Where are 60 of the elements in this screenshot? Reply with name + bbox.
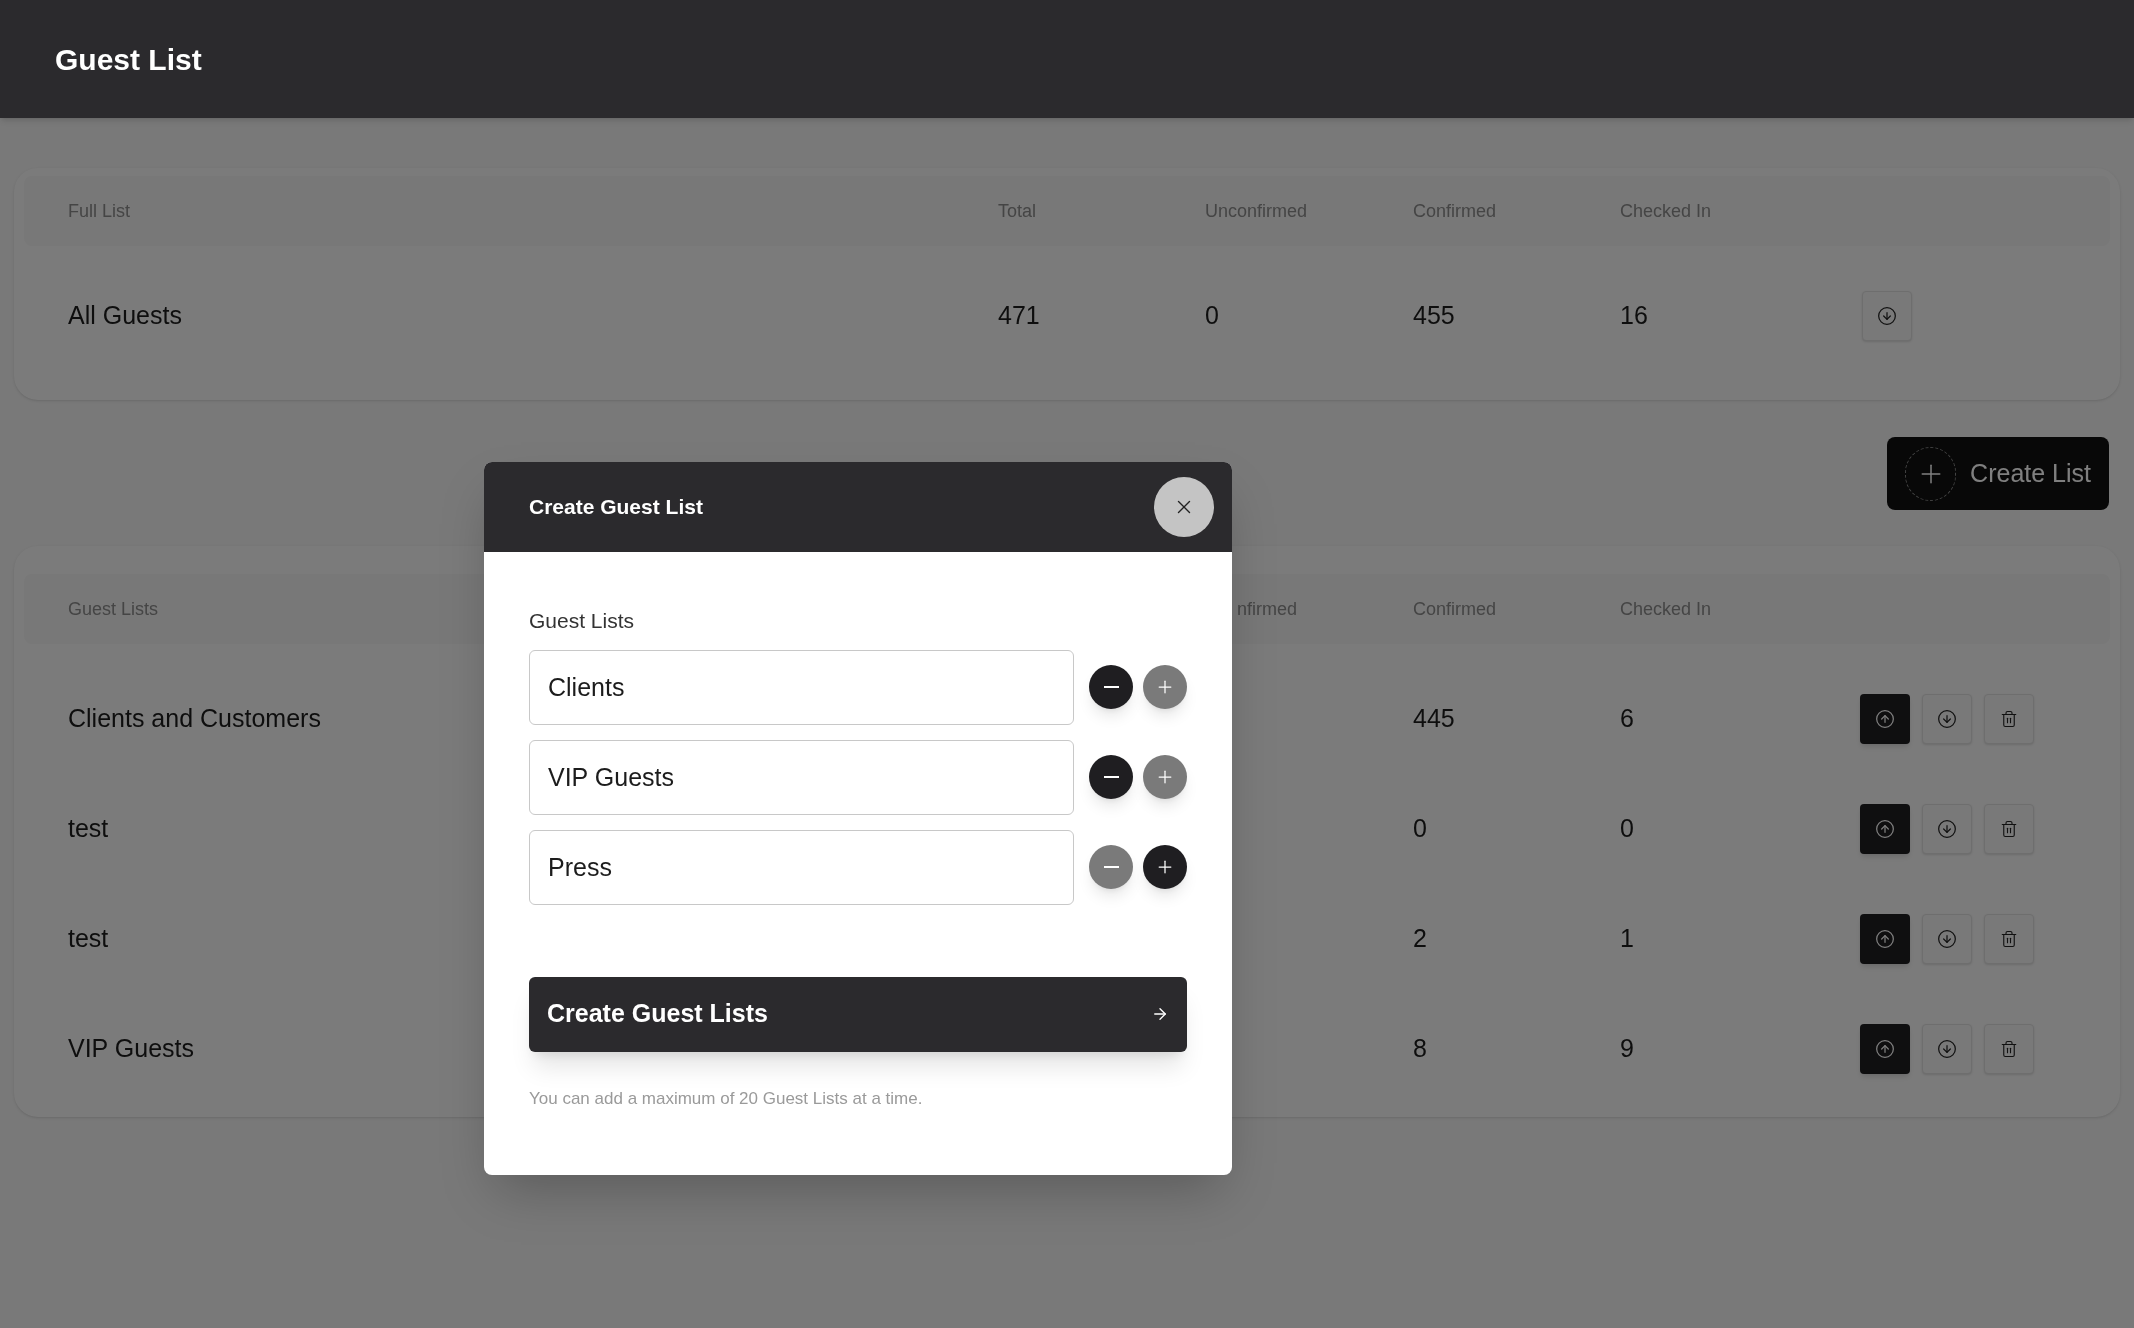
table-cell: test [68,924,109,953]
trash-icon [2000,1040,2018,1058]
table-cell: 0 [1205,301,1219,330]
upload-button[interactable] [1860,914,1910,964]
upload-button[interactable] [1860,804,1910,854]
table-cell: 471 [998,301,1040,330]
minus-icon [1103,776,1119,778]
table-cell: 0 [1620,814,1634,843]
delete-button[interactable] [1984,804,2034,854]
upload-button[interactable] [1860,1024,1910,1074]
download-button[interactable] [1862,291,1912,341]
download-icon [1937,819,1957,839]
input-field[interactable]: VIP Guests [529,739,1074,815]
download-button[interactable] [1922,694,1972,744]
upload-icon [1875,819,1895,839]
table-cell: 455 [1413,301,1455,330]
trash-icon [2000,710,2018,728]
create-list-button[interactable]: Create List [1887,437,2109,510]
minus-icon [1103,866,1119,868]
table-cell: 6 [1620,704,1634,733]
table-cell: 8 [1413,1034,1427,1063]
hint-text: You can add a maximum of 20 Guest Lists at a time. [529,1087,923,1110]
trash-icon [2000,820,2018,838]
arrow-right-icon [1151,1005,1169,1023]
upload-icon [1875,1039,1895,1059]
delete-button[interactable] [1984,914,2034,964]
table-cell: VIP Guests [68,1034,194,1063]
table-cell: All Guests [68,301,182,330]
delete-button[interactable] [1984,1024,2034,1074]
remove-button[interactable] [1089,665,1133,709]
upload-icon [1875,709,1895,729]
download-button[interactable] [1922,914,1972,964]
delete-button[interactable] [1984,694,2034,744]
table-cell: 0 [1413,814,1427,843]
add-button[interactable] [1143,845,1187,889]
download-button[interactable] [1922,804,1972,854]
download-button[interactable] [1922,1024,1972,1074]
trash-icon [2000,930,2018,948]
input-field[interactable]: Press [529,829,1074,905]
remove-button[interactable] [1089,755,1133,799]
table-cell: 445 [1413,704,1455,733]
upload-icon [1875,929,1895,949]
field-label: Guest Lists [529,608,635,634]
download-icon [1937,1039,1957,1059]
download-icon [1877,306,1897,326]
dialog-title: Create Guest List [529,494,703,521]
upload-button[interactable] [1860,694,1910,744]
table-cell: test [68,814,109,843]
table-cell: 9 [1620,1034,1634,1063]
download-icon [1937,929,1957,949]
input-field[interactable]: Clients [529,649,1074,725]
download-icon [1937,709,1957,729]
minus-icon [1103,686,1119,688]
table-cell: 16 [1620,301,1648,330]
close-button[interactable] [1154,477,1214,537]
table-cell: Clients and Customers [68,704,321,733]
page-title: Guest List [55,41,202,78]
create-guest-lists-button[interactable]: Create Guest Lists [529,976,1187,1052]
table-cell: 1 [1620,924,1634,953]
table-cell: 2 [1413,924,1427,953]
